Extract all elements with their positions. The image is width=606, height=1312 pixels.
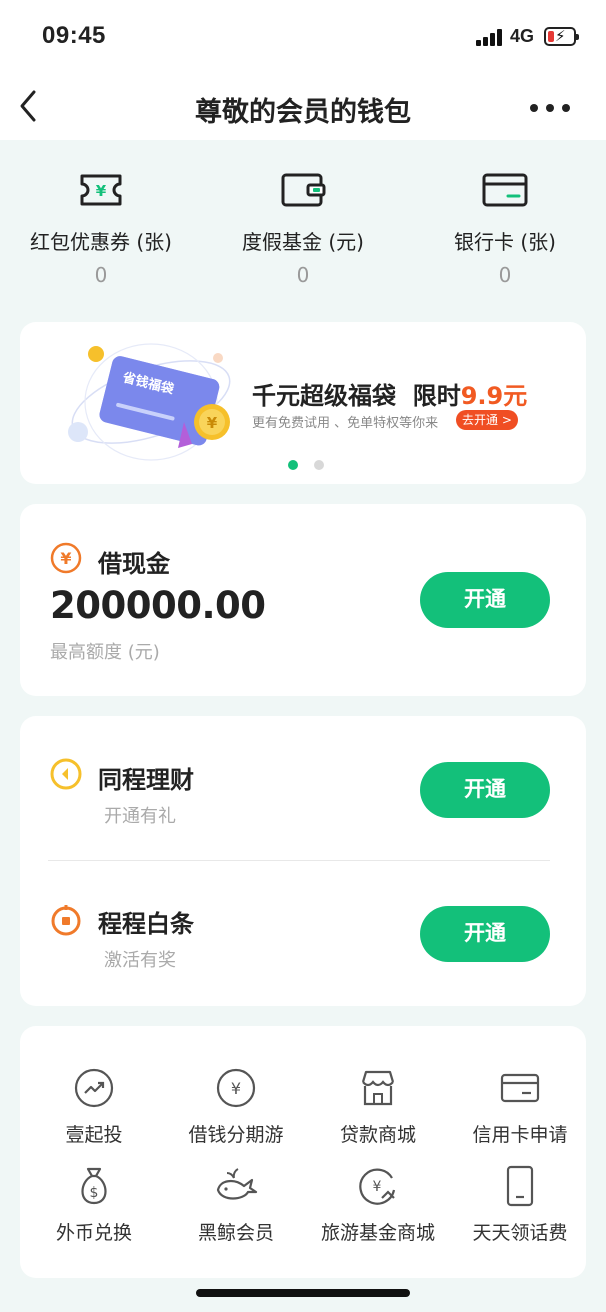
store-icon	[361, 1070, 395, 1106]
service-label: 壹起投	[65, 1124, 123, 1146]
carousel-indicator	[288, 460, 332, 472]
stat-label: 红包优惠券 (张)	[30, 230, 172, 254]
banner-price: 9.9元	[460, 382, 528, 410]
credit-card-icon	[500, 1073, 540, 1103]
network-type: 4G	[510, 26, 535, 46]
service-credit-card-apply[interactable]: 信用卡申请	[450, 1066, 590, 1147]
svg-text:$: $	[90, 1185, 99, 1201]
baitiao-title: 程程白条	[98, 910, 194, 938]
carousel-dot-active	[288, 460, 298, 470]
wallet-stats: ¥ 红包优惠券 (张) 0 度假基金 (元) 0 银行卡 (张) 0	[0, 170, 606, 290]
baitiao-subtitle: 激活有奖	[104, 950, 176, 971]
banner-headline: 千元超级福袋 限时9.9元	[252, 376, 527, 411]
service-label: 天天领话费	[472, 1222, 568, 1244]
service-loan-mall[interactable]: 贷款商城	[308, 1066, 448, 1147]
ticket-icon: ¥	[80, 174, 122, 206]
credit-icon	[51, 905, 81, 936]
banner-subtitle: 更有免费试用 、免单特权等你来	[252, 416, 439, 431]
service-yiqitou[interactable]: 壹起投	[24, 1066, 164, 1147]
more-dot-icon	[546, 104, 554, 112]
status-time: 09:45	[42, 22, 106, 49]
signal-icon	[476, 28, 506, 46]
finance-title: 同程理财	[98, 766, 194, 794]
nav-bar: 尊敬的会员的钱包	[0, 72, 606, 140]
page-title: 尊敬的会员的钱包	[195, 97, 411, 128]
svg-text:¥: ¥	[207, 414, 218, 432]
stat-bank-cards[interactable]: 银行卡 (张) 0	[404, 170, 606, 287]
coin-icon	[50, 758, 82, 790]
divider	[48, 860, 550, 861]
stat-coupons[interactable]: ¥ 红包优惠券 (张) 0	[0, 170, 202, 287]
loan-title: 借现金	[98, 550, 170, 578]
more-dot-icon	[530, 104, 538, 112]
loan-amount: 200000.00	[50, 584, 266, 627]
whale-icon	[216, 1168, 258, 1200]
service-label: 旅游基金商城	[320, 1222, 435, 1244]
service-label: 贷款商城	[339, 1124, 416, 1146]
banner-headline-text: 千元超级福袋 限时	[252, 382, 461, 410]
finance-card: 同程理财 开通有礼 开通 程程白条 激活有奖 开通	[20, 716, 586, 1006]
yuan-circle-icon: ¥	[216, 1068, 256, 1108]
svg-text:¥: ¥	[373, 1179, 382, 1195]
service-currency-exchange[interactable]: $ 外币兑换	[24, 1164, 164, 1245]
battery-icon: ⚡	[544, 27, 579, 46]
fund-exchange-icon: ¥	[359, 1168, 396, 1205]
promo-banner[interactable]: 省钱福袋 ¥ 千元超级福袋 限时9.9元 更有免费试用 、免单特权等你来 去开通…	[20, 322, 586, 484]
banner-cta-button[interactable]: 去开通 >	[456, 410, 518, 430]
stat-value: 0	[296, 263, 310, 287]
money-bag-icon: $	[81, 1167, 107, 1205]
bank-card-icon	[482, 173, 528, 207]
loan-caption: 最高额度 (元)	[50, 642, 160, 663]
wallet-icon	[281, 173, 326, 207]
stat-label: 度假基金 (元)	[242, 230, 364, 254]
svg-text:¥: ¥	[231, 1079, 241, 1098]
stat-value: 0	[498, 263, 512, 287]
yuan-coin-icon: ¥	[50, 542, 82, 574]
loan-card: ¥ 借现金 200000.00 最高额度 (元) 开通	[20, 504, 586, 696]
svg-text:¥: ¥	[96, 182, 107, 200]
services-grid: 壹起投 ¥ 借钱分期游 贷款商城 信用卡申请 $ 外币兑换 黑鲸会员 ¥ 旅游基…	[20, 1026, 586, 1278]
service-label: 黑鲸会员	[197, 1222, 274, 1244]
loan-open-button[interactable]: 开通	[420, 572, 550, 628]
stat-label: 银行卡 (张)	[454, 230, 556, 254]
service-label: 外币兑换	[55, 1222, 132, 1244]
stat-vacation-fund[interactable]: 度假基金 (元) 0	[202, 170, 404, 287]
gift-card-illustration: 省钱福袋 ¥	[68, 343, 231, 461]
service-label: 信用卡申请	[472, 1124, 568, 1146]
service-travel-fund-mall[interactable]: ¥ 旅游基金商城	[308, 1164, 448, 1245]
trend-up-icon	[74, 1068, 114, 1108]
status-bar: 09:45 4G ⚡	[0, 0, 606, 72]
baitiao-open-button[interactable]: 开通	[420, 906, 550, 962]
phone-icon	[506, 1165, 534, 1207]
more-button[interactable]	[530, 104, 570, 114]
svg-text:¥: ¥	[60, 549, 71, 568]
finance-subtitle: 开通有礼	[104, 806, 176, 827]
service-daily-phone-credit[interactable]: 天天领话费	[450, 1164, 590, 1245]
stat-value: 0	[94, 263, 108, 287]
service-whale-member[interactable]: 黑鲸会员	[166, 1164, 306, 1245]
more-dot-icon	[562, 104, 570, 112]
service-installment-travel[interactable]: ¥ 借钱分期游	[166, 1066, 306, 1147]
service-label: 借钱分期游	[188, 1124, 284, 1146]
finance-open-button[interactable]: 开通	[420, 762, 550, 818]
carousel-dot	[314, 460, 324, 470]
home-indicator[interactable]	[196, 1289, 410, 1297]
